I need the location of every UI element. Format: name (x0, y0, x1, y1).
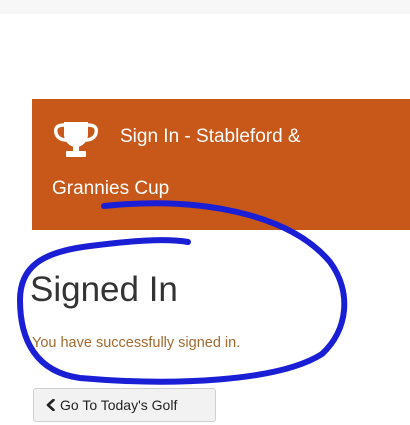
go-to-todays-golf-button[interactable]: Go To Today's Golf (33, 388, 216, 422)
banner-title-line-1: Sign In - Stableford & (120, 126, 301, 147)
chevron-left-icon (46, 399, 55, 411)
page-banner (32, 99, 410, 230)
page-title: Signed In (30, 270, 178, 309)
success-message: You have successfully signed in. (32, 335, 241, 351)
back-button-label: Go To Today's Golf (60, 397, 178, 413)
trophy-icon (53, 122, 99, 157)
top-strip (0, 0, 410, 14)
banner-title-line-2: Grannies Cup (52, 178, 170, 199)
